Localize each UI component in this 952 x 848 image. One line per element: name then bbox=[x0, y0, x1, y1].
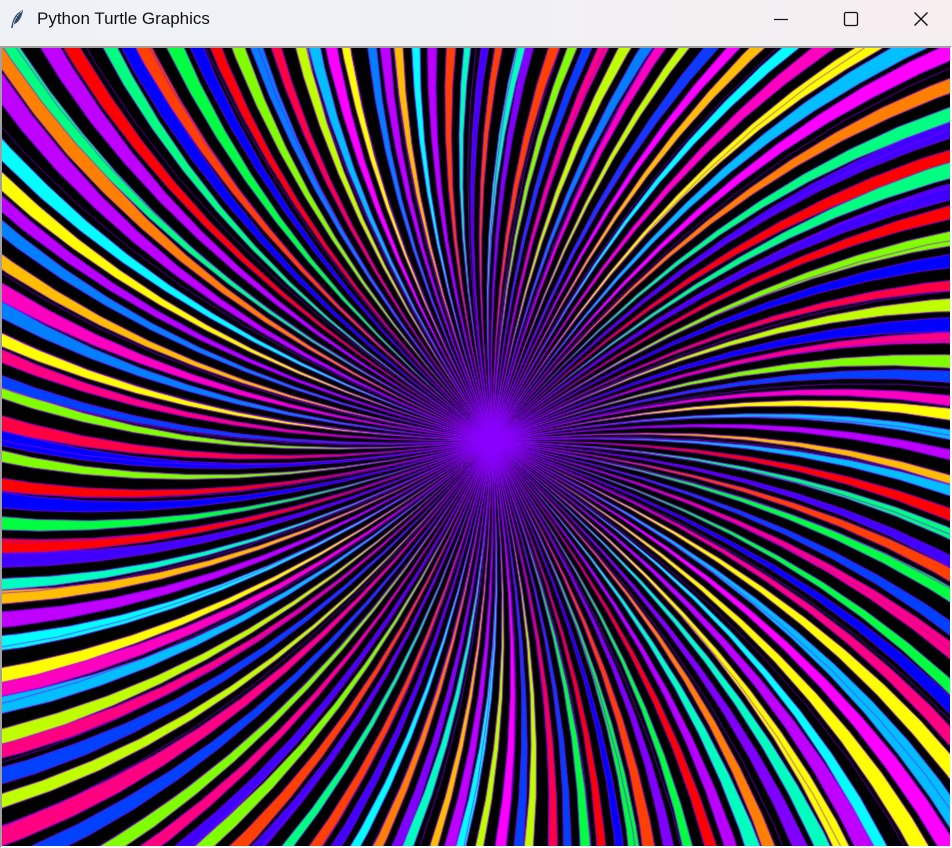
close-button[interactable] bbox=[898, 0, 944, 38]
maximize-button[interactable] bbox=[828, 0, 874, 38]
canvas-frame bbox=[0, 44, 952, 848]
turtle-drawing-canvas[interactable] bbox=[2, 48, 950, 846]
close-icon bbox=[913, 11, 929, 27]
turtle-window: Python Turtle Graphics bbox=[0, 0, 952, 848]
maximize-icon bbox=[843, 11, 859, 27]
minimize-button[interactable] bbox=[758, 0, 804, 38]
feather-icon bbox=[8, 9, 28, 29]
minimize-icon bbox=[773, 11, 789, 27]
title-bar[interactable]: Python Turtle Graphics bbox=[0, 0, 952, 40]
window-title: Python Turtle Graphics bbox=[37, 9, 210, 28]
